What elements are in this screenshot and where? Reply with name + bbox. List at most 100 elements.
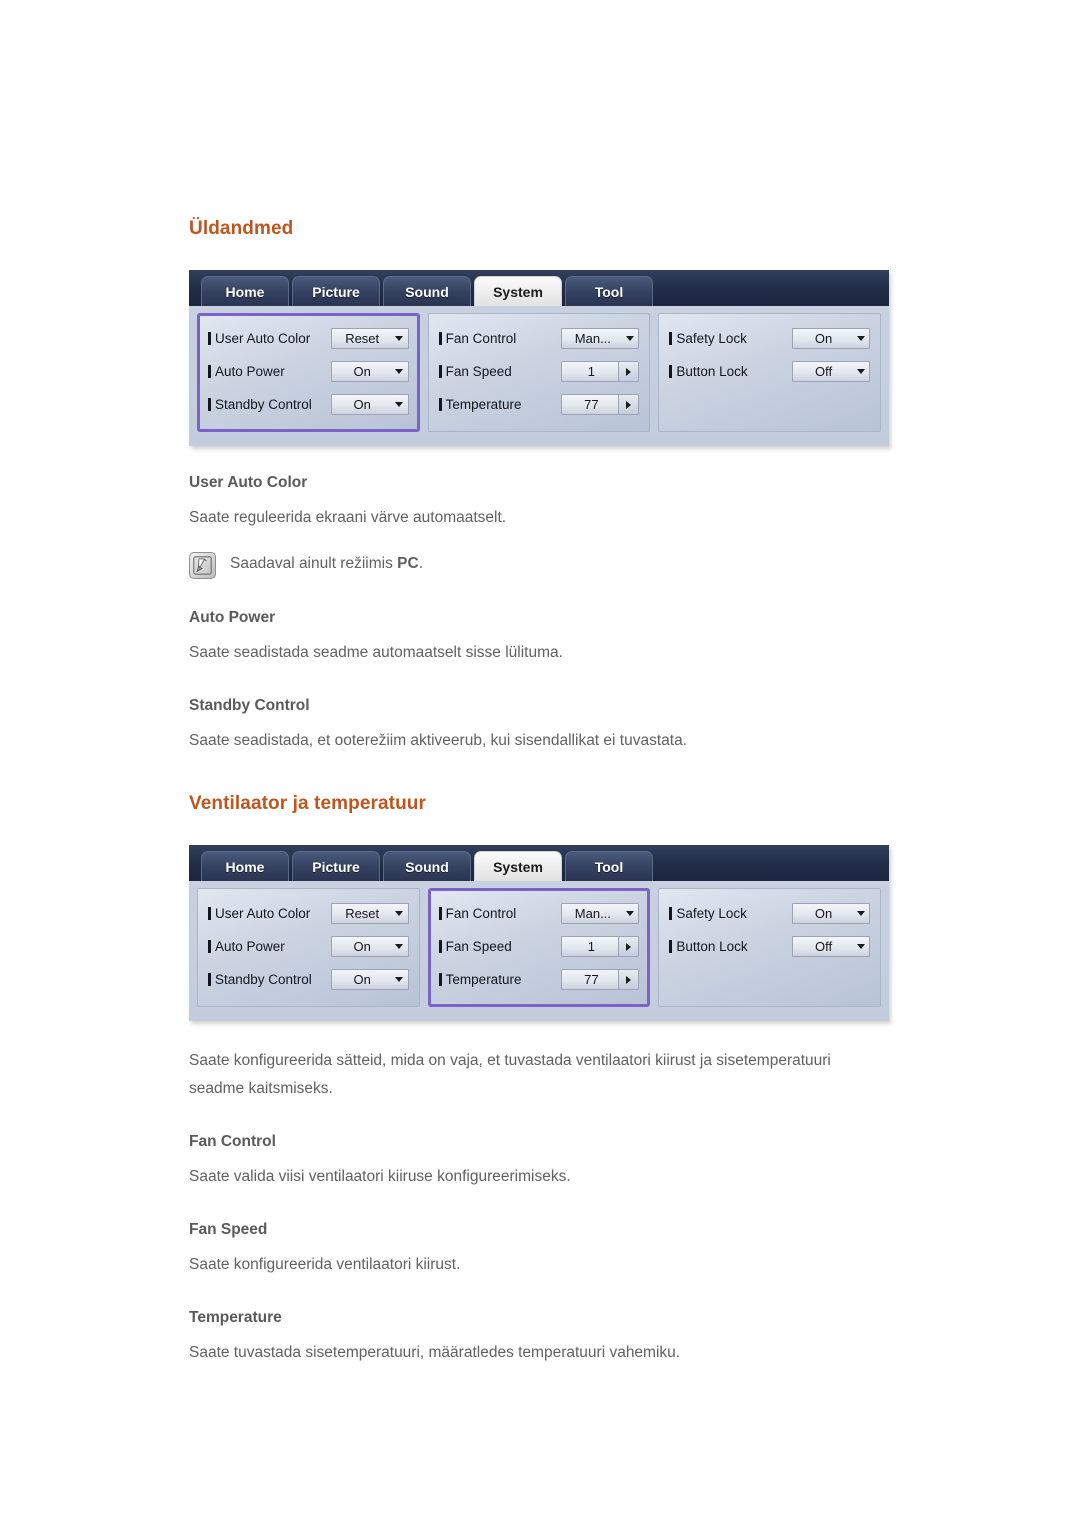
chevron-right-icon[interactable] [618,937,639,956]
chevron-down-icon[interactable] [391,944,408,949]
osd-dropdown[interactable]: Reset [330,328,409,349]
osd-item-label-text: Safety Lock [676,906,747,921]
triangle-down-glyph [856,944,865,949]
osd-dropdown[interactable]: On [792,903,871,924]
osd-row: User Auto Color Reset [208,898,409,929]
sub-heading: Fan Speed [189,1221,268,1238]
osd-value-text: Man... [574,331,611,346]
tab-picture[interactable]: Picture [292,276,380,306]
triangle-down-glyph [856,911,865,916]
chevron-down-icon[interactable] [621,336,638,341]
bullet-bar-icon [438,973,442,986]
osd-item-label: Button Lock [669,364,792,379]
triangle-down-glyph [856,336,865,341]
osd-item-label: Standby Control [208,972,331,987]
tab-system[interactable]: System [474,276,562,306]
bullet-bar-icon [208,365,211,378]
triangle-right-glyph [626,942,632,951]
osd-item-label: Button Lock [669,939,792,954]
tab-tool[interactable]: Tool [565,276,653,306]
triangle-down-glyph [625,336,634,341]
chevron-down-icon[interactable] [391,911,408,916]
sub-heading: Temperature [189,1309,282,1326]
osd-item-label: Safety Lock [669,331,792,346]
osd-item-label: Temperature [438,972,562,987]
osd-dropdown[interactable]: On [792,328,871,349]
osd-dropdown[interactable]: On [330,969,409,990]
note-text-before: Saadaval ainult režiimis [230,555,398,572]
note-pen-icon [189,552,216,579]
bullet-bar-icon [438,940,442,953]
osd-row: Auto Power On [208,931,409,962]
chevron-down-icon[interactable] [852,369,869,374]
triangle-down-glyph [395,402,404,407]
tab-tool[interactable]: Tool [565,851,653,881]
osd-dropdown[interactable]: Reset [330,903,409,924]
osd-dropdown[interactable]: Man... [561,328,640,349]
osd-stepper[interactable]: 1 [561,936,640,957]
triangle-down-glyph [395,911,404,916]
osd-item-label-text: Fan Speed [445,364,512,379]
chevron-down-icon[interactable] [621,911,638,916]
chevron-down-icon[interactable] [391,336,408,341]
osd-row: Fan Speed 1 [438,356,640,387]
triangle-down-glyph [395,336,404,341]
note-text-emphasis: PC [397,555,419,572]
osd-stepper[interactable]: 77 [561,394,640,415]
osd-stepper[interactable]: 77 [561,969,640,990]
body-paragraph: Saate konfigureerida sätteid, mida on va… [189,1052,831,1097]
osd-row: Button Lock Off [669,931,871,962]
triangle-down-glyph [395,977,404,982]
chevron-right-icon[interactable] [618,395,639,414]
osd-body: User Auto Color Reset Auto Power On Standby … [189,306,889,446]
osd-row: Fan Control Man... [438,323,640,354]
sub-heading: Auto Power [189,609,276,626]
bullet-bar-icon [208,940,211,953]
osd-row: Fan Speed 1 [438,931,640,962]
osd-column-3: Safety Lock On Button Lock Off [658,888,882,1007]
tab-sound[interactable]: Sound [383,276,471,306]
osd-dropdown[interactable]: Man... [561,903,640,924]
osd-row: Safety Lock On [669,898,871,929]
chevron-right-icon[interactable] [618,970,639,989]
osd-dropdown[interactable]: On [330,936,409,957]
osd-item-label: Fan Speed [438,364,562,379]
osd-column-1: User Auto Color Reset Auto Power On Standby … [197,888,420,1007]
triangle-down-glyph [625,911,634,916]
osd-item-label: Fan Control [438,906,562,921]
osd-column-2-highlighted: Fan Control Man... Fan Speed 1 Temperature 77 [427,888,651,1007]
chevron-right-icon[interactable] [618,362,639,381]
tab-picture[interactable]: Picture [292,851,380,881]
sub-heading: User Auto Color [189,474,308,491]
chevron-down-icon[interactable] [852,944,869,949]
osd-value-text: 1 [587,364,595,379]
chevron-down-icon[interactable] [391,369,408,374]
tab-system[interactable]: System [474,851,562,881]
osd-stepper[interactable]: 1 [561,361,640,382]
osd-item-label-text: Auto Power [215,939,285,954]
chevron-down-icon[interactable] [391,977,408,982]
osd-value-text: On [353,939,371,954]
chevron-down-icon[interactable] [852,336,869,341]
osd-item-label-text: Auto Power [215,364,285,379]
osd-dropdown[interactable]: Off [792,936,871,957]
bullet-bar-icon [208,398,211,411]
tab-home[interactable]: Home [201,851,289,881]
tab-sound[interactable]: Sound [383,851,471,881]
osd-column-3: Safety Lock On Button Lock Off [658,313,882,432]
osd-item-label-text: Standby Control [215,397,312,412]
top-margin [189,0,889,218]
osd-dropdown[interactable]: On [330,361,409,382]
bullet-bar-icon [438,332,442,345]
osd-dropdown[interactable]: Off [792,361,871,382]
chevron-down-icon[interactable] [852,911,869,916]
bullet-bar-icon [669,332,673,345]
section-heading: Üldandmed [189,218,294,239]
chevron-down-icon[interactable] [391,402,408,407]
document-page: Üldandmed Home Picture Sound System Tool User … [0,0,1080,1527]
osd-dropdown[interactable]: On [330,394,409,415]
tab-home[interactable]: Home [201,276,289,306]
osd-menu-fan: Home Picture Sound System Tool User Auto Colo… [189,845,889,1021]
note-text-after: . [418,555,423,572]
bullet-bar-icon [438,365,442,378]
